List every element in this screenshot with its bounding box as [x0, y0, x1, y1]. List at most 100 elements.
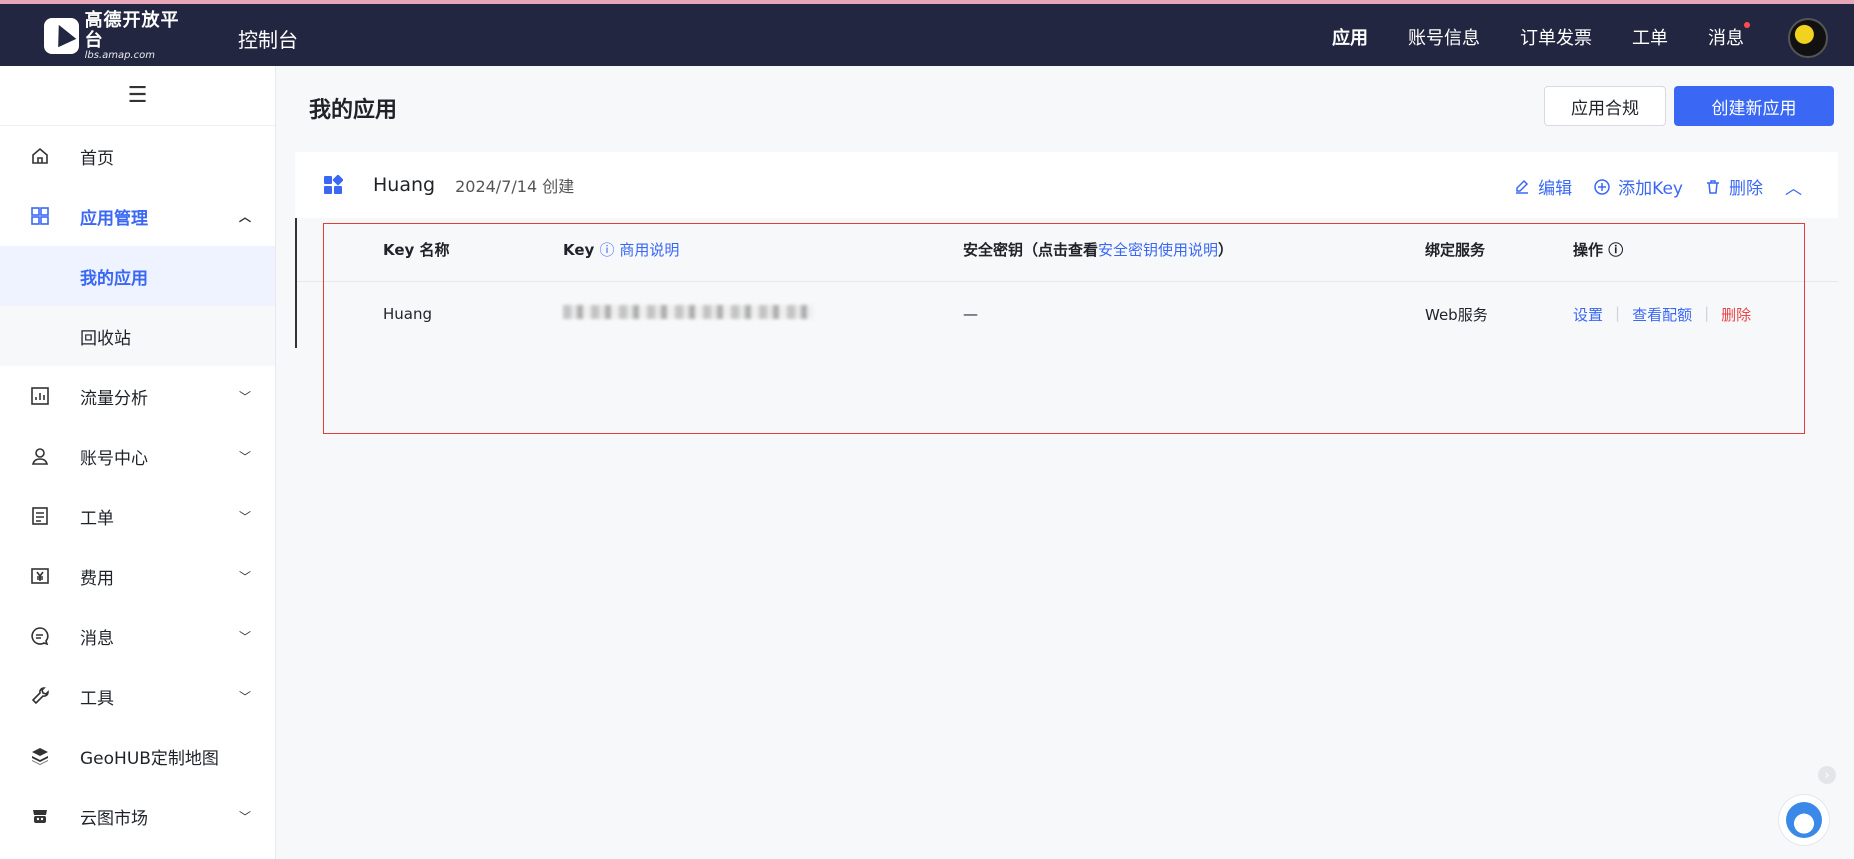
header-secret: 安全密钥（点击查看安全密钥使用说明） — [963, 239, 1233, 260]
sidebar: ☰ 首页 应用管理 ︿ 我的应用 回收站 流量分析 ﹀ 账号中心 ﹀ 工单 ﹀ — [0, 66, 276, 859]
ticket-icon — [28, 504, 52, 528]
sidebar-item-label: GeoHUB定制地图 — [80, 748, 219, 769]
sidebar-item-label: 应用管理 — [80, 208, 148, 229]
layers-icon — [28, 744, 52, 768]
amap-logo[interactable]: 高德开放平台 lbs.amap.com — [44, 10, 194, 62]
chevron-right-icon: › — [1824, 768, 1830, 782]
sidebar-item-app-management[interactable]: 应用管理 ︿ — [0, 186, 275, 246]
sidebar-item-messages[interactable]: 消息 ﹀ — [0, 606, 275, 666]
sidebar-item-label: 消息 — [80, 628, 114, 649]
settings-link[interactable]: 设置 — [1573, 304, 1603, 325]
sidebar-item-label: 工单 — [80, 508, 114, 529]
top-nav: 应用 账号信息 订单发票 工单 消息 — [1332, 22, 1750, 50]
delete-app-button[interactable]: 删除 — [1705, 174, 1763, 199]
sidebar-item-my-apps[interactable]: 我的应用 — [0, 246, 275, 306]
table-row: Huang — Web服务 设置 | 查看配额 | 删除 — [297, 282, 1838, 346]
grid-icon — [28, 204, 52, 228]
chevron-down-icon: ﹀ — [238, 810, 251, 824]
cell-key-blurred — [563, 305, 813, 323]
home-icon — [28, 144, 52, 168]
divider: | — [1615, 303, 1621, 322]
chevron-up-icon: ︿ — [1785, 179, 1802, 199]
header-bound-service: 绑定服务 — [1425, 241, 1486, 259]
secret-usage-link[interactable]: 安全密钥使用说明 — [1098, 241, 1218, 259]
divider: | — [1704, 303, 1710, 322]
sidebar-item-account-center[interactable]: 账号中心 ﹀ — [0, 426, 275, 486]
collapse-assistant-button[interactable]: › — [1818, 766, 1836, 784]
chart-icon — [28, 384, 52, 408]
sidebar-item-home[interactable]: 首页 — [0, 126, 275, 186]
header-key: Key ⓘ 商用说明 — [563, 239, 679, 260]
nav-account-info[interactable]: 账号信息 — [1408, 24, 1480, 50]
sidebar-item-recycle-bin[interactable]: 回收站 — [0, 306, 275, 366]
app-name: Huang — [373, 174, 436, 196]
view-quota-link[interactable]: 查看配额 — [1632, 304, 1692, 325]
table-header: Key 名称 Key ⓘ 商用说明 安全密钥（点击查看安全密钥使用说明） 绑定服… — [297, 218, 1838, 282]
sidebar-item-tickets[interactable]: 工单 ﹀ — [0, 486, 275, 546]
assistant-button[interactable] — [1778, 794, 1830, 846]
key-table: Key 名称 Key ⓘ 商用说明 安全密钥（点击查看安全密钥使用说明） 绑定服… — [295, 218, 1838, 348]
nav-orders-invoices[interactable]: 订单发票 — [1520, 24, 1592, 50]
app-actions: 编辑 添加Key 删除 ︿ — [1514, 174, 1802, 199]
delete-label: 删除 — [1729, 179, 1763, 199]
commercial-info-label: 商用说明 — [619, 241, 680, 259]
hamburger-icon: ☰ — [127, 83, 148, 108]
delete-key-link[interactable]: 删除 — [1721, 304, 1751, 325]
cell-ops: 设置 | 查看配额 | 删除 — [1573, 304, 1751, 325]
user-icon — [28, 444, 52, 468]
info-icon[interactable]: ⓘ — [1608, 241, 1623, 259]
message-icon — [28, 624, 52, 648]
add-key-button[interactable]: 添加Key — [1594, 174, 1683, 199]
nav-tickets[interactable]: 工单 — [1632, 24, 1668, 50]
unread-dot — [1744, 22, 1750, 28]
chevron-down-icon: ﹀ — [238, 450, 251, 464]
yen-icon — [28, 564, 52, 588]
question-circle-icon: ⓘ — [599, 241, 615, 259]
sidebar-item-traffic-analysis[interactable]: 流量分析 ﹀ — [0, 366, 275, 426]
collapse-app-button[interactable]: ︿ — [1785, 174, 1802, 199]
user-avatar[interactable] — [1788, 18, 1828, 58]
header-ops: 操作 ⓘ — [1573, 239, 1623, 260]
logo-text-en: lbs.amap.com — [84, 50, 155, 62]
cell-secret[interactable]: — — [963, 305, 978, 323]
app-compliance-button[interactable]: 应用合规 — [1544, 86, 1666, 126]
chevron-down-icon: ﹀ — [238, 510, 251, 524]
blurred-key-value — [563, 305, 813, 319]
edit-icon — [1516, 179, 1529, 194]
top-bar: 高德开放平台 lbs.amap.com 控制台 应用 账号信息 订单发票 工单 … — [0, 4, 1854, 66]
app-card-header[interactable]: Huang 2024/7/14 创建 编辑 添加Key 删除 ︿ — [295, 152, 1838, 218]
nav-messages-label: 消息 — [1708, 28, 1744, 49]
page-title: 我的应用 — [309, 98, 398, 123]
nav-messages[interactable]: 消息 — [1708, 22, 1750, 50]
sidebar-item-label: 账号中心 — [80, 448, 148, 469]
header-secret-prefix: 安全密钥（点击查看 — [963, 241, 1099, 259]
nav-apps[interactable]: 应用 — [1332, 24, 1368, 50]
sidebar-item-label: 费用 — [80, 568, 114, 589]
header-secret-suffix: ） — [1218, 241, 1234, 259]
sidebar-item-geohub[interactable]: GeoHUB定制地图 — [0, 726, 275, 786]
chevron-down-icon: ﹀ — [238, 690, 251, 704]
edit-label: 编辑 — [1538, 179, 1573, 199]
app-created-date: 2024/7/14 创建 — [455, 177, 575, 196]
header-key-label: Key — [563, 241, 595, 259]
chevron-down-icon: ﹀ — [238, 390, 251, 404]
edit-app-button[interactable]: 编辑 — [1514, 174, 1572, 199]
sidebar-item-label: 云图市场 — [80, 808, 148, 829]
sidebar-item-tools[interactable]: 工具 ﹀ — [0, 666, 275, 726]
create-app-button[interactable]: 创建新应用 — [1674, 86, 1834, 126]
sidebar-item-cloud-market[interactable]: 云图市场 ﹀ — [0, 786, 275, 846]
trash-icon — [1707, 179, 1719, 194]
chevron-down-icon: ﹀ — [238, 630, 251, 644]
sidebar-toggle-button[interactable]: ☰ — [0, 66, 275, 126]
sidebar-item-label: 首页 — [80, 148, 114, 169]
app-card: Huang 2024/7/14 创建 编辑 添加Key 删除 ︿ Key 名称 … — [295, 152, 1838, 348]
commercial-info-link[interactable]: ⓘ 商用说明 — [600, 241, 680, 259]
header-key-name: Key 名称 — [383, 241, 450, 259]
assistant-avatar-icon — [1786, 802, 1822, 838]
sidebar-item-fees[interactable]: 费用 ﹀ — [0, 546, 275, 606]
plus-circle-icon — [1594, 178, 1610, 195]
console-title: 控制台 — [238, 28, 298, 52]
chevron-up-icon: ︿ — [238, 210, 251, 224]
paper-plane-icon — [44, 18, 79, 54]
market-icon — [28, 804, 52, 828]
